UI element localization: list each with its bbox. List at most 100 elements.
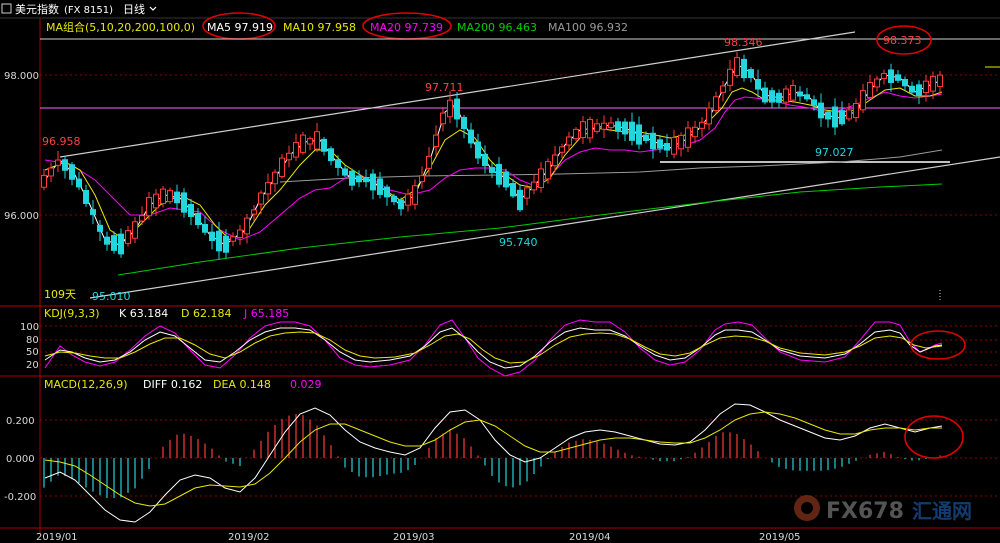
candle-body	[538, 168, 544, 188]
label-95-010: 95.010	[92, 290, 131, 303]
ma20-value: MA20 97.739	[370, 21, 443, 34]
candle-body	[426, 155, 432, 169]
x-label-2019-01: 2019/01	[36, 532, 78, 543]
candle-body	[790, 85, 796, 101]
candle-body	[384, 186, 390, 198]
candle-body	[139, 215, 145, 222]
candle-body	[839, 110, 845, 125]
candle-body	[370, 173, 376, 191]
kdj-tick-50: 50	[26, 347, 39, 358]
candle-body	[461, 116, 467, 130]
candle-body	[545, 161, 551, 180]
candle-body	[853, 102, 859, 119]
candle-body	[650, 132, 656, 150]
title-bar: 美元指数 (FX 8151) 日线	[1, 2, 157, 16]
candle-body	[622, 121, 628, 135]
candle-body	[55, 159, 61, 166]
candle-body	[748, 69, 754, 78]
kdj-k-value: K 63.184	[119, 307, 168, 320]
x-label-2019-05: 2019/05	[759, 532, 801, 543]
candle-body	[503, 171, 509, 188]
y-tick-96: 96.000	[4, 211, 39, 222]
candle-body	[412, 185, 418, 205]
candle-body	[314, 131, 320, 150]
candle-body	[230, 236, 236, 242]
candle-body	[202, 223, 208, 233]
x-label-2019-02: 2019/02	[228, 532, 270, 543]
candle-body	[475, 141, 481, 159]
macd-diff-value: DIFF 0.162	[143, 378, 202, 391]
candle-body	[818, 102, 824, 119]
label-98-346: 98.346	[724, 36, 763, 49]
candle-body	[335, 159, 341, 168]
candle-body	[594, 123, 600, 132]
watermark-brand: FX678	[826, 499, 904, 524]
candle-body	[286, 152, 292, 161]
kdj-tick-20: 20	[26, 360, 39, 371]
macd-tick-0.2: 0.200	[6, 416, 35, 427]
candle-body	[223, 235, 229, 253]
candle-body	[349, 170, 355, 186]
candle-body	[76, 178, 82, 188]
candle-body	[587, 118, 593, 139]
kdj-name[interactable]: KDJ(9,3,3)	[44, 307, 100, 320]
kdj-tick-80: 80	[26, 335, 39, 346]
candle-body	[174, 191, 180, 204]
candle-body	[643, 134, 649, 141]
candle-body	[895, 74, 901, 81]
macd-name[interactable]: MACD(12,26,9)	[44, 378, 128, 391]
macd-dea-value: DEA 0.148	[213, 378, 271, 391]
instrument-code: (FX 8151)	[64, 5, 113, 16]
candle-body	[111, 235, 117, 251]
candle-body	[720, 85, 726, 93]
candle-body	[440, 112, 446, 125]
candle-body	[433, 134, 439, 147]
label-97-711: 97.711	[425, 81, 464, 94]
candle-body	[468, 129, 474, 144]
candle-body	[391, 195, 397, 203]
candle-body	[496, 163, 502, 185]
candle-body	[216, 230, 222, 252]
candle-body	[83, 190, 89, 204]
candle-body	[405, 193, 411, 206]
candle-body	[664, 143, 670, 151]
candle-body	[258, 192, 264, 205]
candle-body	[363, 177, 369, 183]
x-label-2019-04: 2019/04	[569, 532, 611, 543]
candle-body	[279, 157, 285, 177]
candle-body	[300, 134, 306, 153]
ma-group-label[interactable]: MA组合(5,10,20,200,100,0)	[46, 20, 195, 34]
candle-body	[671, 137, 677, 155]
candle-body	[454, 98, 460, 120]
candle-body	[118, 233, 124, 255]
candle-body	[48, 167, 54, 177]
ma5-value: MA5 97.919	[207, 21, 273, 34]
period-selector[interactable]: 日线	[123, 2, 145, 16]
brand-logo-inner	[801, 502, 813, 514]
stock-chart[interactable]: 美元指数 (FX 8151) 日线 MA组合(5,10,20,200,100,0…	[0, 0, 1000, 543]
candle-body	[636, 124, 642, 145]
candle-body	[769, 90, 775, 103]
candle-body	[265, 182, 271, 195]
candle-body	[692, 126, 698, 138]
candle-body	[657, 139, 663, 149]
candle-body	[755, 78, 761, 90]
candle-body	[272, 171, 278, 185]
candle-body	[62, 159, 68, 171]
kdj-legend: KDJ(9,3,3) K 63.184 D 62.184 J 65.185	[44, 307, 289, 320]
candle-body	[881, 73, 887, 79]
candle-body	[797, 91, 803, 97]
candle-body	[125, 230, 131, 244]
candle-body	[167, 189, 173, 203]
candle-body	[251, 209, 257, 215]
candle-body	[90, 209, 96, 215]
candle-body	[734, 57, 740, 76]
candle-body	[482, 153, 488, 167]
candle-body	[615, 121, 621, 132]
candle-body	[706, 107, 712, 125]
candle-body	[328, 148, 334, 162]
candle-body	[608, 122, 614, 128]
label-96-958: 96.958	[42, 135, 81, 148]
label-97-027: 97.027	[815, 146, 854, 159]
candle-body	[741, 58, 747, 79]
